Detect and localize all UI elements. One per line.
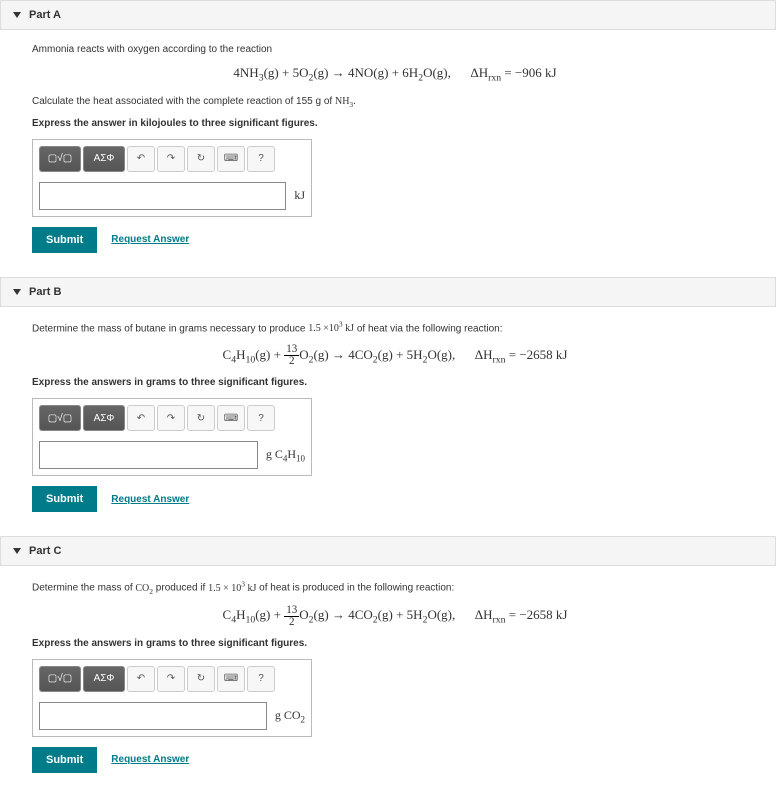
part-a: Part A Ammonia reacts with oxygen accord… [0, 0, 776, 265]
part-b-request-answer-link[interactable]: Request Answer [111, 494, 189, 505]
part-a-request-answer-link[interactable]: Request Answer [111, 234, 189, 245]
part-b-body: Determine the mass of butane in grams ne… [0, 307, 776, 524]
part-c-answer-box: ▢√▢ ΑΣΦ ↶ ↷ ↻ ⌨ ? g CO2 [32, 659, 312, 737]
part-c-equation: C4H10(g) + 132O2(g) → 4CO2(g) + 5H2O(g),… [32, 605, 758, 628]
chevron-down-icon [13, 548, 21, 554]
templates-button[interactable]: ▢√▢ [39, 666, 81, 692]
part-c-header[interactable]: Part C [0, 536, 776, 566]
part-c-intro: Determine the mass of CO2 produced if 1.… [32, 578, 758, 597]
part-a-body: Ammonia reacts with oxygen according to … [0, 30, 776, 265]
chevron-down-icon [13, 289, 21, 295]
answer-toolbar: ▢√▢ ΑΣΦ ↶ ↷ ↻ ⌨ ? [39, 146, 305, 172]
redo-button[interactable]: ↷ [157, 666, 185, 692]
part-c-answer-input[interactable] [39, 702, 267, 730]
part-a-equation: 4NH3(g) + 5O2(g) → 4NO(g) + 6H2O(g), ΔHr… [32, 65, 758, 84]
undo-button[interactable]: ↶ [127, 146, 155, 172]
part-a-header[interactable]: Part A [0, 0, 776, 30]
part-a-title: Part A [29, 9, 61, 21]
part-b-equation: C4H10(g) + 132O2(g) → 4CO2(g) + 5H2O(g),… [32, 344, 758, 367]
answer-toolbar: ▢√▢ ΑΣΦ ↶ ↷ ↻ ⌨ ? [39, 666, 305, 692]
part-b-submit-button[interactable]: Submit [32, 486, 97, 512]
part-c-body: Determine the mass of CO2 produced if 1.… [0, 566, 776, 785]
greek-button[interactable]: ΑΣΦ [83, 405, 125, 431]
part-b: Part B Determine the mass of butane in g… [0, 277, 776, 524]
part-c-request-answer-link[interactable]: Request Answer [111, 754, 189, 765]
part-c-title: Part C [29, 545, 61, 557]
part-c-submit-button[interactable]: Submit [32, 747, 97, 773]
part-a-submit-button[interactable]: Submit [32, 227, 97, 253]
chevron-down-icon [13, 12, 21, 18]
part-c-bold: Express the answers in grams to three si… [32, 638, 758, 649]
greek-button[interactable]: ΑΣΦ [83, 146, 125, 172]
redo-button[interactable]: ↷ [157, 405, 185, 431]
part-b-answer-input[interactable] [39, 441, 258, 469]
reset-button[interactable]: ↻ [187, 405, 215, 431]
reset-button[interactable]: ↻ [187, 146, 215, 172]
part-a-intro: Ammonia reacts with oxygen according to … [32, 42, 758, 57]
templates-button[interactable]: ▢√▢ [39, 146, 81, 172]
greek-button[interactable]: ΑΣΦ [83, 666, 125, 692]
templates-button[interactable]: ▢√▢ [39, 405, 81, 431]
part-a-bold: Express the answer in kilojoules to thre… [32, 118, 758, 129]
reset-button[interactable]: ↻ [187, 666, 215, 692]
part-a-unit: kJ [294, 188, 305, 203]
redo-button[interactable]: ↷ [157, 146, 185, 172]
part-a-calc-line: Calculate the heat associated with the c… [32, 94, 758, 110]
answer-toolbar: ▢√▢ ΑΣΦ ↶ ↷ ↻ ⌨ ? [39, 405, 305, 431]
part-c: Part C Determine the mass of CO2 produce… [0, 536, 776, 785]
help-button[interactable]: ? [247, 666, 275, 692]
part-b-bold: Express the answers in grams to three si… [32, 377, 758, 388]
keyboard-button[interactable]: ⌨ [217, 666, 245, 692]
part-a-answer-box: ▢√▢ ΑΣΦ ↶ ↷ ↻ ⌨ ? kJ [32, 139, 312, 217]
undo-button[interactable]: ↶ [127, 405, 155, 431]
part-a-answer-input[interactable] [39, 182, 286, 210]
keyboard-button[interactable]: ⌨ [217, 405, 245, 431]
help-button[interactable]: ? [247, 146, 275, 172]
part-b-unit: g C4H10 [266, 447, 305, 463]
part-b-answer-box: ▢√▢ ΑΣΦ ↶ ↷ ↻ ⌨ ? g C4H10 [32, 398, 312, 476]
keyboard-button[interactable]: ⌨ [217, 146, 245, 172]
part-c-unit: g CO2 [275, 708, 305, 724]
part-b-intro: Determine the mass of butane in grams ne… [32, 319, 758, 336]
help-button[interactable]: ? [247, 405, 275, 431]
undo-button[interactable]: ↶ [127, 666, 155, 692]
part-b-title: Part B [29, 286, 61, 298]
part-b-header[interactable]: Part B [0, 277, 776, 307]
